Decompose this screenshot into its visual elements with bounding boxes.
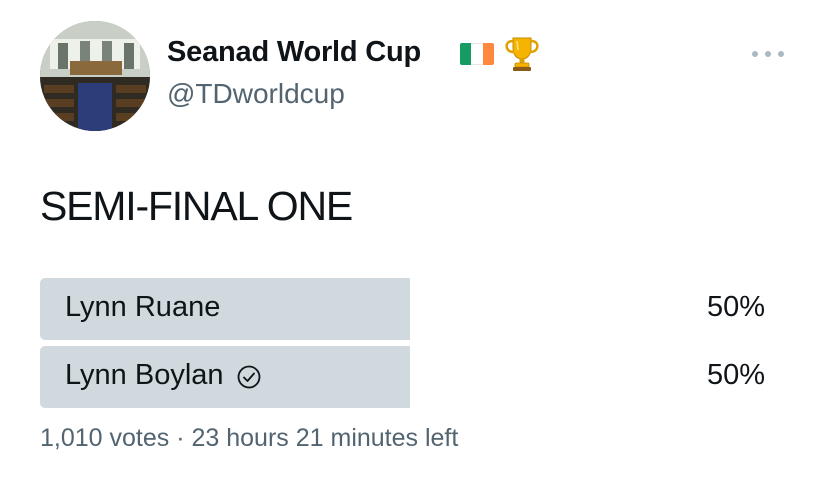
more-options-icon[interactable] — [752, 46, 784, 62]
poll-option-text: Lynn Boylan — [65, 359, 224, 391]
tweet-text: SEMI-FINAL ONE — [40, 183, 353, 229]
poll-option: Lynn Boylan 50% — [40, 346, 780, 408]
poll-meta: 1,010 votes · 23 hours 21 minutes left — [40, 424, 458, 453]
poll-vote-count: 1,010 votes — [40, 424, 170, 452]
check-circle-icon — [237, 365, 260, 388]
poll-time-left: 23 hours 21 minutes left — [191, 424, 459, 452]
poll-option-label: Lynn Ruane — [65, 291, 220, 324]
seanad-chamber-image — [40, 21, 150, 131]
poll-option-percent: 50% — [706, 359, 765, 391]
poll-option-text: Lynn Ruane — [65, 291, 221, 323]
poll-option-percent: 50% — [706, 291, 765, 323]
trophy-icon — [505, 37, 539, 71]
poll-separator: · — [176, 424, 185, 452]
poll-option: Lynn Ruane 50% — [40, 278, 780, 340]
user-handle[interactable]: @TDworldcup — [167, 78, 345, 110]
ireland-flag-icon — [460, 43, 494, 65]
poll-option-label: Lynn Boylan — [65, 359, 262, 392]
display-name[interactable]: Seanad World Cup — [167, 36, 421, 69]
avatar[interactable] — [40, 21, 150, 131]
tweet-card[interactable]: Seanad World Cup @TDworldcup SEMI-FINAL … — [0, 0, 828, 479]
